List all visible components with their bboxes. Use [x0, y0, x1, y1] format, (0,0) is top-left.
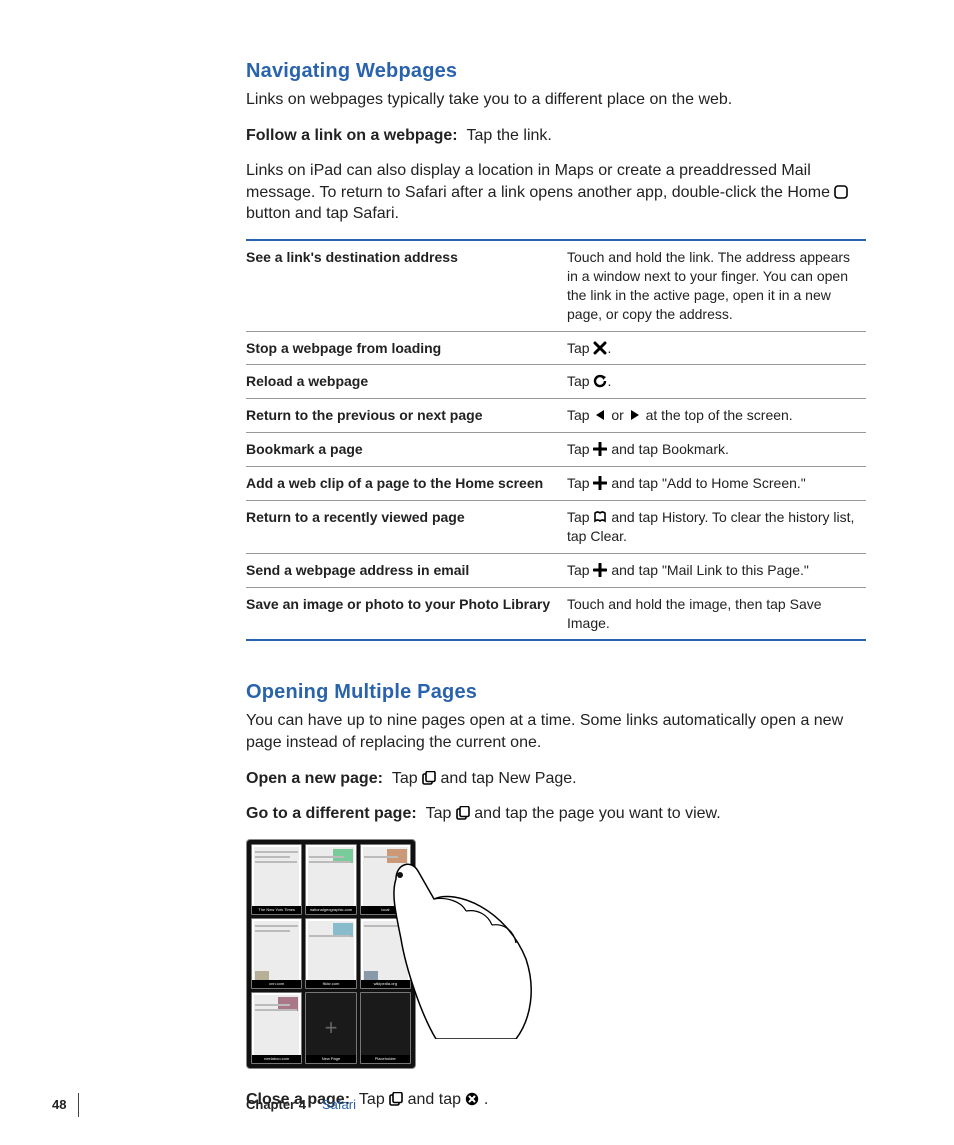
para-multi-intro: You can have up to nine pages open at a … [246, 710, 866, 753]
page-content: Navigating Webpages Links on webpages ty… [246, 60, 866, 1124]
table-action-label: Save an image or photo to your Photo Lib… [246, 587, 567, 640]
table-action-label: Reload a webpage [246, 365, 567, 399]
table-row: Add a web clip of a page to the Home scr… [246, 467, 866, 501]
table-row: Save an image or photo to your Photo Lib… [246, 587, 866, 640]
table-action-label: See a link's destination address [246, 240, 567, 331]
para-nav-intro: Links on webpages typically take you to … [246, 89, 866, 111]
table-action-desc: Tap and tap History. To clear the histor… [567, 500, 866, 553]
heading-multiple-pages: Opening Multiple Pages [246, 681, 866, 704]
forward-icon [628, 408, 642, 422]
table-action-label: Stop a webpage from loading [246, 331, 567, 365]
home-icon [834, 185, 848, 199]
table-action-label: Return to a recently viewed page [246, 500, 567, 553]
page-thumb: neelaboo.com [251, 992, 302, 1063]
label-goto-page: Go to a different page: [246, 805, 417, 822]
table-row: Send a webpage address in emailTap and t… [246, 553, 866, 587]
table-action-label: Send a webpage address in email [246, 553, 567, 587]
navigation-table: See a link's destination addressTouch an… [246, 239, 866, 641]
instruction-open-page: Open a new page: Tap and tap New Page. [246, 768, 866, 790]
table-action-label: Return to the previous or next page [246, 399, 567, 433]
table-action-desc: Touch and hold the image, then tap Save … [567, 587, 866, 640]
chapter-label: Chapter 4 [246, 1097, 306, 1112]
text-follow-link: Tap the link. [466, 127, 551, 144]
heading-navigating: Navigating Webpages [246, 60, 866, 83]
plus-icon [593, 563, 607, 577]
plus-icon [593, 442, 607, 456]
table-row: Stop a webpage from loadingTap . [246, 331, 866, 365]
instruction-goto-page: Go to a different page: Tap and tap the … [246, 803, 866, 825]
close-circle-icon [465, 1092, 479, 1106]
chapter-name: Safari [322, 1097, 356, 1112]
page-thumb: nationalgeographic.com [305, 844, 356, 915]
text-nav-home-b: button and tap Safari. [246, 205, 399, 222]
pages-icon [422, 771, 436, 785]
text-nav-home-a: Links on iPad can also display a locatio… [246, 162, 834, 201]
table-action-desc: Touch and hold the link. The address app… [567, 240, 866, 331]
table-action-desc: Tap and tap Bookmark. [567, 433, 866, 467]
para-nav-home: Links on iPad can also display a locatio… [246, 160, 866, 225]
back-icon [593, 408, 607, 422]
table-row: See a link's destination addressTouch an… [246, 240, 866, 331]
bookmarks-icon [593, 510, 607, 524]
page-thumb-new: +New Page [305, 992, 356, 1063]
table-action-desc: Tap and tap "Mail Link to this Page." [567, 553, 866, 587]
table-row: Bookmark a pageTap and tap Bookmark. [246, 433, 866, 467]
text-goto-a: Tap [426, 805, 456, 822]
reload-icon [593, 374, 607, 388]
table-action-desc: Tap or at the top of the screen. [567, 399, 866, 433]
label-follow-link: Follow a link on a webpage: [246, 127, 458, 144]
page-thumb: flickr.com [305, 918, 356, 989]
table-row: Return to a recently viewed pageTap and … [246, 500, 866, 553]
table-action-label: Bookmark a page [246, 433, 567, 467]
text-close-c: . [484, 1091, 488, 1108]
plus-icon [593, 476, 607, 490]
pages-icon [456, 806, 470, 820]
page-number: 48 [52, 1097, 66, 1112]
close-icon [593, 341, 607, 355]
text-open-a: Tap [392, 770, 422, 787]
footer-rule [78, 1093, 79, 1117]
text-close-a: Tap [359, 1091, 389, 1108]
table-row: Reload a webpageTap . [246, 365, 866, 399]
table-action-desc: Tap and tap "Add to Home Screen." [567, 467, 866, 501]
table-action-label: Add a web clip of a page to the Home scr… [246, 467, 567, 501]
instruction-follow-link: Follow a link on a webpage: Tap the link… [246, 125, 866, 147]
hand-illustration [366, 839, 536, 1039]
page-thumb: The New York Times [251, 844, 302, 915]
table-action-desc: Tap . [567, 365, 866, 399]
pages-icon [389, 1092, 403, 1106]
page-thumb: cnn.com [251, 918, 302, 989]
text-close-b: and tap [408, 1091, 466, 1108]
text-goto-b: and tap the page you want to view. [474, 805, 720, 822]
label-open-page: Open a new page: [246, 770, 383, 787]
text-open-b: and tap New Page. [441, 770, 577, 787]
table-action-desc: Tap . [567, 331, 866, 365]
table-row: Return to the previous or next pageTap o… [246, 399, 866, 433]
